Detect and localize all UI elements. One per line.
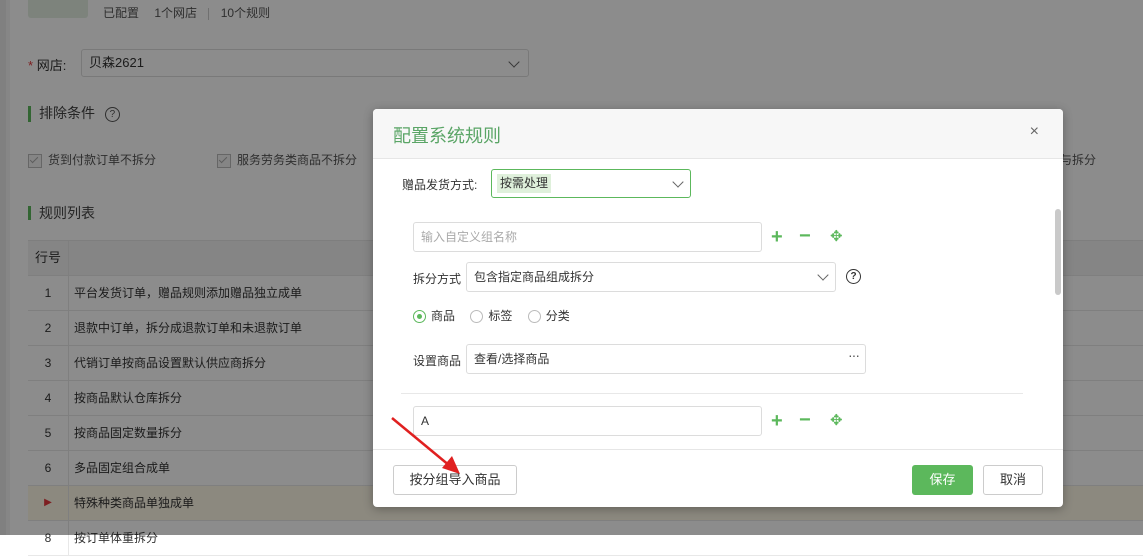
split-mode-select[interactable]: 包含指定商品组成拆分 (466, 262, 836, 292)
annotation-arrow-icon (391, 417, 460, 474)
chevron-down-icon (672, 176, 684, 188)
add-icon[interactable]: + (771, 227, 783, 247)
radio-label: 标签 (488, 309, 513, 323)
remove-icon[interactable]: − (799, 226, 811, 246)
move-icon[interactable]: ✥ (830, 411, 843, 431)
add-icon[interactable]: + (771, 411, 783, 431)
save-button[interactable]: 保存 (912, 465, 973, 495)
dialog-footer: 按分组导入商品 保存 取消 (373, 449, 1063, 508)
radio-icon[interactable] (470, 310, 484, 324)
gift-delivery-value: 按需处理 (497, 174, 552, 193)
help-icon[interactable]: ? (846, 269, 861, 284)
split-mode-value: 包含指定商品组成拆分 (474, 270, 595, 284)
radio-category[interactable]: 分类 (527, 307, 570, 324)
split-mode-label: 拆分方式 (413, 272, 462, 286)
radio-label: 分类 (545, 309, 570, 323)
chevron-down-icon (817, 269, 829, 281)
dialog-header: 配置系统规则 × (373, 109, 1063, 159)
radio-label: 商品 (431, 309, 456, 323)
group-name-input[interactable]: 输入自定义组名称 (413, 222, 762, 252)
set-goods-picker[interactable]: 查看/选择商品 ··· (466, 344, 866, 374)
move-icon[interactable]: ✥ (830, 227, 843, 247)
dialog-title: 配置系统规则 (393, 126, 501, 146)
cancel-button[interactable]: 取消 (983, 465, 1043, 495)
config-rule-dialog: 配置系统规则 × 赠品发货方式: 按需处理 输入自定义组名称 + − ✥ 拆分方… (373, 109, 1063, 507)
gift-delivery-label: 赠品发货方式: (402, 178, 478, 192)
set-goods-label: 设置商品 (413, 354, 462, 368)
radio-tag[interactable]: 标签 (470, 307, 512, 324)
more-icon[interactable]: ··· (848, 341, 860, 369)
remove-icon[interactable]: − (799, 410, 811, 430)
radio-checked-icon[interactable] (413, 310, 426, 324)
radio-goods[interactable]: 商品 (413, 307, 455, 324)
gift-delivery-select[interactable]: 按需处理 (491, 169, 691, 198)
match-type-radio-group: 商品 标签 分类 (413, 307, 582, 324)
set-goods-value: 查看/选择商品 (474, 352, 550, 366)
dialog-scrollbar[interactable] (1055, 209, 1061, 295)
close-icon[interactable]: × (1030, 123, 1039, 141)
group-divider (401, 393, 1023, 394)
dialog-body: 赠品发货方式: 按需处理 输入自定义组名称 + − ✥ 拆分方式 包含指定商品组… (373, 159, 1063, 449)
radio-icon[interactable] (527, 310, 541, 324)
